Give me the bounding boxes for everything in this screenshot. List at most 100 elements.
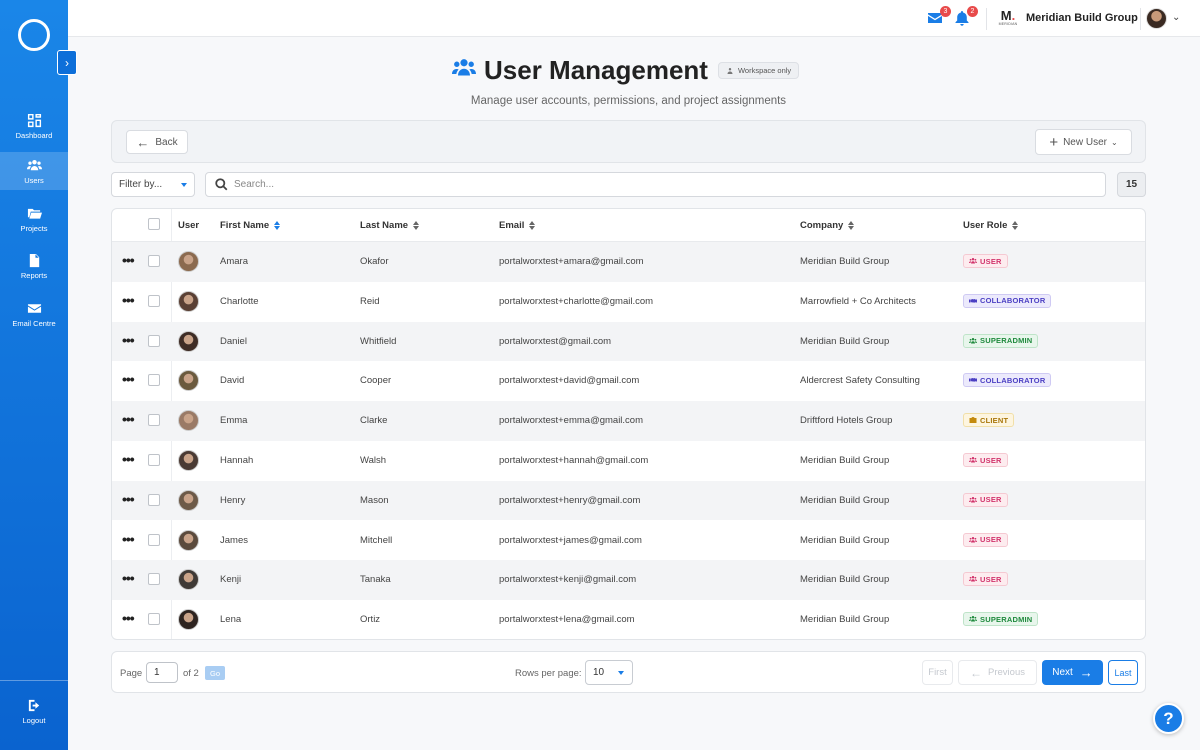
- last-name-cell: Tanaka: [360, 574, 391, 586]
- email-cell: portalworxtest+charlotte@gmail.com: [499, 295, 654, 307]
- user-avatar[interactable]: [1146, 8, 1167, 29]
- filter-select[interactable]: Filter by...: [111, 172, 195, 197]
- header-first-name[interactable]: First Name: [220, 220, 281, 231]
- sidebar-item-email-centre[interactable]: Email Centre: [0, 295, 68, 333]
- sidebar-item-reports[interactable]: Reports: [0, 247, 68, 285]
- users-icon: [969, 616, 977, 622]
- header-company[interactable]: Company: [800, 220, 855, 231]
- user-avatar: [178, 569, 199, 591]
- header-divider: [1140, 8, 1141, 30]
- table-row[interactable]: ••• Daniel Whitfield portalworxtest@gmail.c…: [112, 321, 1145, 362]
- app-logo[interactable]: [18, 19, 50, 51]
- users-icon: [452, 56, 476, 85]
- folder-icon: [27, 208, 42, 219]
- table-row[interactable]: ••• James Mitchell portalworxtest+james@gma…: [112, 521, 1145, 561]
- table-row[interactable]: ••• Lena Ortiz portalworxtest+lena@gmail.co…: [112, 600, 1145, 639]
- notification-count-badge: 2: [967, 6, 978, 17]
- logout-icon: [28, 699, 39, 711]
- sidebar-item-label: Email Centre: [12, 318, 56, 328]
- row-actions-menu[interactable]: •••: [122, 611, 135, 625]
- chevron-down-icon[interactable]: ⌄: [1172, 12, 1180, 23]
- row-actions-menu[interactable]: •••: [122, 492, 135, 506]
- help-button[interactable]: ?: [1153, 703, 1184, 734]
- select-all-checkbox[interactable]: [148, 218, 160, 230]
- rows-per-page-select[interactable]: 10: [585, 660, 633, 685]
- row-actions-menu[interactable]: •••: [122, 372, 135, 386]
- table-header: User First Name Last Name Email Company …: [112, 209, 1145, 242]
- next-page-button[interactable]: Next →: [1042, 660, 1103, 685]
- sidebar-item-dashboard[interactable]: Dashboard: [0, 107, 68, 145]
- row-checkbox[interactable]: [148, 414, 160, 427]
- row-checkbox[interactable]: [148, 374, 160, 387]
- search-input[interactable]: [234, 179, 1084, 190]
- email-cell: portalworxtest+emma@gmail.com: [499, 415, 644, 427]
- row-actions-menu[interactable]: •••: [122, 532, 135, 546]
- role-badge: USER: [963, 492, 1008, 507]
- header-email[interactable]: Email: [499, 220, 536, 231]
- pagination-bar: Page of 2 Go Rows per page: 10 First ← P…: [111, 651, 1146, 693]
- row-checkbox[interactable]: [148, 533, 160, 546]
- row-actions-menu[interactable]: •••: [122, 333, 135, 347]
- sidebar-collapse-button[interactable]: ›: [57, 50, 77, 75]
- search-icon: [215, 178, 228, 191]
- first-name-cell: Henry: [220, 494, 246, 506]
- first-page-button[interactable]: First: [922, 660, 953, 685]
- page-subtitle: Manage user accounts, permissions, and p…: [470, 95, 787, 107]
- rows-per-page-label: Rows per page:: [515, 668, 582, 679]
- table-row[interactable]: ••• Kenji Tanaka portalworxtest+kenji@gmail…: [112, 560, 1145, 601]
- briefcase-icon: [969, 417, 977, 424]
- caret-down-icon: [618, 671, 624, 675]
- email-cell: portalworxtest+amara@gmail.com: [499, 256, 644, 267]
- back-button[interactable]: ← Back: [126, 130, 188, 154]
- row-checkbox[interactable]: [148, 573, 160, 586]
- row-actions-menu[interactable]: •••: [122, 293, 135, 307]
- row-checkbox[interactable]: [148, 334, 160, 347]
- table-row[interactable]: ••• Amara Okafor portalworxtest+amara@gmail…: [112, 242, 1145, 282]
- role-badge: COLLABORATOR: [963, 373, 1052, 388]
- first-name-cell: Hannah: [220, 455, 254, 466]
- header-last-name[interactable]: Last Name: [360, 220, 420, 231]
- role-badge: SUPERADMIN: [963, 333, 1039, 348]
- row-checkbox[interactable]: [148, 613, 160, 626]
- new-user-button[interactable]: + New User ⌄: [1035, 129, 1132, 155]
- company-cell: Meridian Build Group: [800, 574, 890, 586]
- sidebar-item-label: Reports: [20, 270, 48, 280]
- sidebar-item-projects[interactable]: Projects: [0, 200, 68, 238]
- page-number-input[interactable]: [146, 662, 178, 683]
- user-avatar: [178, 290, 199, 312]
- row-actions-menu[interactable]: •••: [122, 412, 135, 426]
- table-row[interactable]: ••• Hannah Walsh portalworxtest+hannah@gmai…: [112, 441, 1145, 481]
- row-checkbox[interactable]: [148, 294, 160, 307]
- sidebar-item-users[interactable]: Users: [0, 152, 68, 190]
- users-icon: [969, 457, 977, 463]
- table-row[interactable]: ••• David Cooper portalworxtest+david@gmail…: [112, 361, 1145, 401]
- table-row[interactable]: ••• Henry Mason portalworxtest+henry@gmail.…: [112, 480, 1145, 521]
- logout-button[interactable]: Logout: [0, 692, 68, 730]
- last-page-button[interactable]: Last: [1108, 660, 1138, 685]
- user-avatar: [178, 529, 199, 551]
- company-cell: Aldercrest Safety Consulting: [800, 375, 920, 387]
- company-cell: Marrowfield + Co Architects: [800, 295, 916, 307]
- company-cell: Meridian Build Group: [800, 614, 890, 626]
- table-row[interactable]: ••• Emma Clarke portalworxtest+emma@gmail.c…: [112, 401, 1145, 441]
- user-avatar: [178, 330, 199, 352]
- go-button[interactable]: Go: [205, 666, 225, 680]
- row-checkbox[interactable]: [148, 454, 160, 466]
- company-name[interactable]: Meridian Build Group: [1026, 12, 1138, 24]
- users-table: User First Name Last Name Email Company …: [111, 208, 1146, 640]
- mail-button[interactable]: 3: [927, 6, 951, 26]
- table-row[interactable]: ••• Charlotte Reid portalworxtest+charlotte…: [112, 282, 1145, 322]
- previous-page-button[interactable]: ← Previous: [958, 660, 1037, 685]
- page-of-label: of 2: [183, 668, 199, 679]
- row-checkbox[interactable]: [148, 493, 160, 506]
- row-actions-menu[interactable]: •••: [122, 452, 135, 466]
- last-name-cell: Mason: [360, 494, 389, 506]
- row-checkbox[interactable]: [148, 255, 160, 267]
- row-actions-menu[interactable]: •••: [122, 253, 135, 267]
- role-badge: USER: [963, 572, 1008, 587]
- notifications-button[interactable]: 2: [954, 6, 978, 26]
- role-badge: CLIENT: [963, 413, 1015, 428]
- header-user-role[interactable]: User Role: [963, 220, 1019, 231]
- company-cell: Meridian Build Group: [800, 534, 890, 546]
- row-actions-menu[interactable]: •••: [122, 571, 135, 585]
